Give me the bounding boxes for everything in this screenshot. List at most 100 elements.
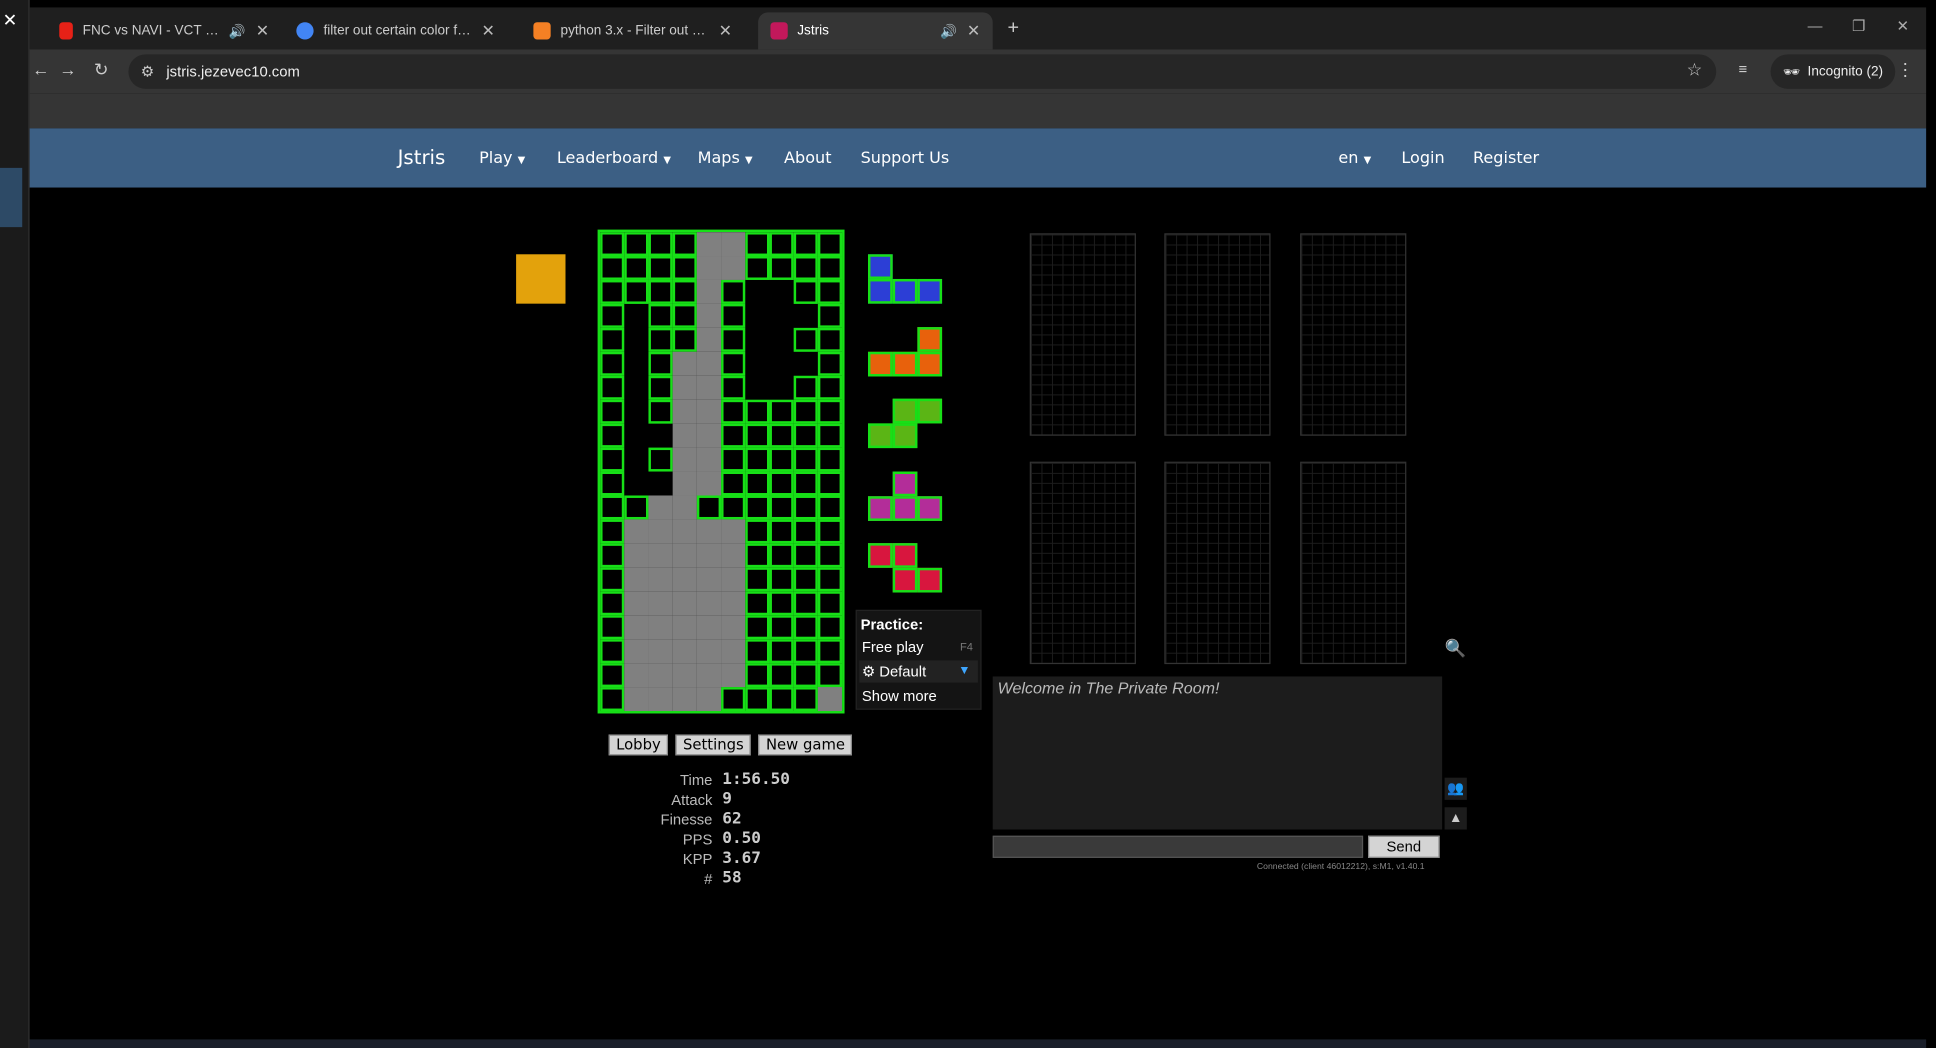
- close-icon[interactable]: ✕: [0, 10, 20, 35]
- queue-cell: [892, 470, 918, 496]
- incognito-label: Incognito (2): [1807, 64, 1884, 80]
- reload-icon[interactable]: ↻: [94, 59, 108, 80]
- nav-support[interactable]: Support Us: [861, 149, 950, 168]
- speaker-icon[interactable]: 🔊: [229, 23, 246, 39]
- queue-cell: [892, 278, 918, 304]
- site-navbar: Jstris Play ▼ Leaderboard ▼ Maps ▼ About…: [29, 128, 1927, 188]
- nav-play-label: Play: [479, 149, 513, 168]
- back-icon[interactable]: ←: [32, 59, 49, 79]
- free-play-shortcut: F4: [959, 640, 973, 653]
- nav-language[interactable]: en ▼: [1338, 149, 1371, 168]
- free-play-item[interactable]: Free play F4: [859, 636, 978, 658]
- queue-cell: [917, 567, 943, 593]
- new-game-button[interactable]: New game: [758, 734, 853, 756]
- brand-link[interactable]: Jstris: [398, 146, 446, 169]
- close-tab-icon[interactable]: ✕: [256, 21, 269, 41]
- forward-icon[interactable]: →: [59, 59, 76, 79]
- queue-cell: [892, 423, 918, 449]
- media-control-icon[interactable]: ≡: [1738, 60, 1747, 77]
- send-button[interactable]: Send: [1368, 835, 1440, 858]
- bookmarks-bar: [29, 93, 1927, 129]
- queue-cell: [917, 398, 943, 424]
- stat-label: #: [704, 870, 713, 888]
- spectator-board: [1300, 233, 1407, 436]
- chat-input[interactable]: [992, 835, 1364, 858]
- close-tab-icon[interactable]: ✕: [719, 21, 732, 41]
- caret-down-icon: ▼: [744, 154, 753, 166]
- queue-cell: [867, 254, 893, 279]
- stat-row: PPS 0.50: [654, 830, 901, 850]
- close-tab-icon[interactable]: ✕: [482, 21, 495, 41]
- caret-down-icon: ▼: [663, 154, 671, 166]
- game-board[interactable]: [597, 229, 845, 714]
- tab-title: Jstris: [797, 23, 829, 39]
- stat-label: KPP: [682, 850, 713, 868]
- board-grid: [600, 232, 843, 712]
- queue-cell: [892, 543, 918, 568]
- queue-cell: [867, 543, 893, 568]
- left-side-panel: ✕: [0, 0, 30, 1048]
- minimize-icon[interactable]: —: [1808, 17, 1823, 34]
- tab-title: FNC vs NAVI - VCT EMEA G: [82, 23, 219, 39]
- browser-toolbar: ← → ↻ ⚙ jstris.jezevec10.com ☆ ≡ 🕶 Incog…: [29, 49, 1927, 94]
- restore-icon[interactable]: ❐: [1852, 17, 1865, 34]
- nav-play[interactable]: Play ▼: [479, 149, 525, 168]
- tab-youtube[interactable]: FNC vs NAVI - VCT EMEA G 🔊 ✕: [47, 12, 282, 49]
- nav-leaderboard-label: Leaderboard: [556, 149, 659, 168]
- users-icon[interactable]: 👥: [1444, 777, 1467, 800]
- menu-icon[interactable]: ⋮: [1896, 59, 1913, 80]
- hold-piece: [516, 254, 566, 304]
- tab-title: filter out certain color for an im: [323, 23, 471, 39]
- zoom-icon[interactable]: 🔍: [1445, 638, 1467, 659]
- caret-down-icon: ▼: [1363, 154, 1372, 166]
- tab-stackoverflow[interactable]: python 3.x - Filter out everythin ✕: [521, 12, 756, 49]
- chevron-down-icon: ▼: [958, 664, 971, 678]
- lobby-button[interactable]: Lobby: [608, 734, 669, 756]
- chevron-up-icon[interactable]: ▲: [1444, 807, 1467, 830]
- bookmark-star-icon[interactable]: ☆: [1687, 59, 1703, 80]
- queue-cell: [892, 495, 918, 521]
- nav-login[interactable]: Login: [1401, 149, 1444, 168]
- nav-about[interactable]: About: [784, 149, 831, 168]
- nav-leaderboard[interactable]: Leaderboard ▼: [557, 149, 671, 168]
- settings-button[interactable]: Settings: [675, 734, 752, 756]
- chat-box: Welcome in The Private Room!: [992, 676, 1443, 830]
- stat-label: PPS: [682, 830, 713, 849]
- tab-google[interactable]: filter out certain color for an im ✕: [284, 12, 519, 49]
- window-close-icon[interactable]: ✕: [1896, 17, 1908, 34]
- chat-welcome-message: Welcome in The Private Room!: [997, 678, 1220, 698]
- queue-cell: [917, 278, 943, 304]
- nav-register[interactable]: Register: [1473, 149, 1539, 168]
- stat-row: Attack 9: [654, 790, 901, 810]
- new-tab-icon[interactable]: +: [1008, 17, 1020, 39]
- stat-label: Finesse: [660, 811, 713, 829]
- close-tab-icon[interactable]: ✕: [967, 21, 980, 41]
- url-text: jstris.jezevec10.com: [166, 62, 300, 81]
- tab-jstris[interactable]: Jstris 🔊 ✕: [758, 12, 993, 50]
- nav-maps[interactable]: Maps ▼: [698, 149, 753, 168]
- site-info-icon[interactable]: ⚙: [141, 63, 154, 80]
- tab-title: python 3.x - Filter out everythin: [560, 23, 709, 39]
- incognito-icon: 🕶: [1782, 64, 1801, 80]
- stat-value: 62: [722, 809, 742, 829]
- spectator-board: [1029, 461, 1136, 665]
- speaker-icon[interactable]: 🔊: [940, 23, 957, 39]
- caret-down-icon: ▼: [517, 154, 526, 166]
- stat-label: Time: [680, 771, 713, 789]
- mode-label: Default: [879, 662, 927, 681]
- stat-label: Attack: [671, 791, 713, 809]
- address-bar[interactable]: ⚙ jstris.jezevec10.com: [128, 54, 1717, 89]
- stat-row: #58: [654, 869, 901, 889]
- connection-status: Connected (client 46012212), s:M1, v1.40…: [1256, 862, 1425, 872]
- spectator-board: [1300, 461, 1407, 665]
- tab-bar: FNC vs NAVI - VCT EMEA G 🔊 ✕ filter out …: [29, 7, 1927, 50]
- incognito-button[interactable]: 🕶 Incognito (2): [1770, 54, 1896, 89]
- game-buttons: Lobby Settings New game: [608, 734, 853, 756]
- queue-cell: [867, 351, 893, 376]
- queue-cell: [917, 351, 943, 376]
- queue-cell: [867, 495, 893, 521]
- show-more-item[interactable]: Show more: [859, 685, 978, 707]
- mode-select[interactable]: ⚙ Default ▼: [859, 660, 978, 683]
- stat-row: Finesse 62: [654, 810, 901, 830]
- gear-icon: ⚙: [861, 662, 876, 681]
